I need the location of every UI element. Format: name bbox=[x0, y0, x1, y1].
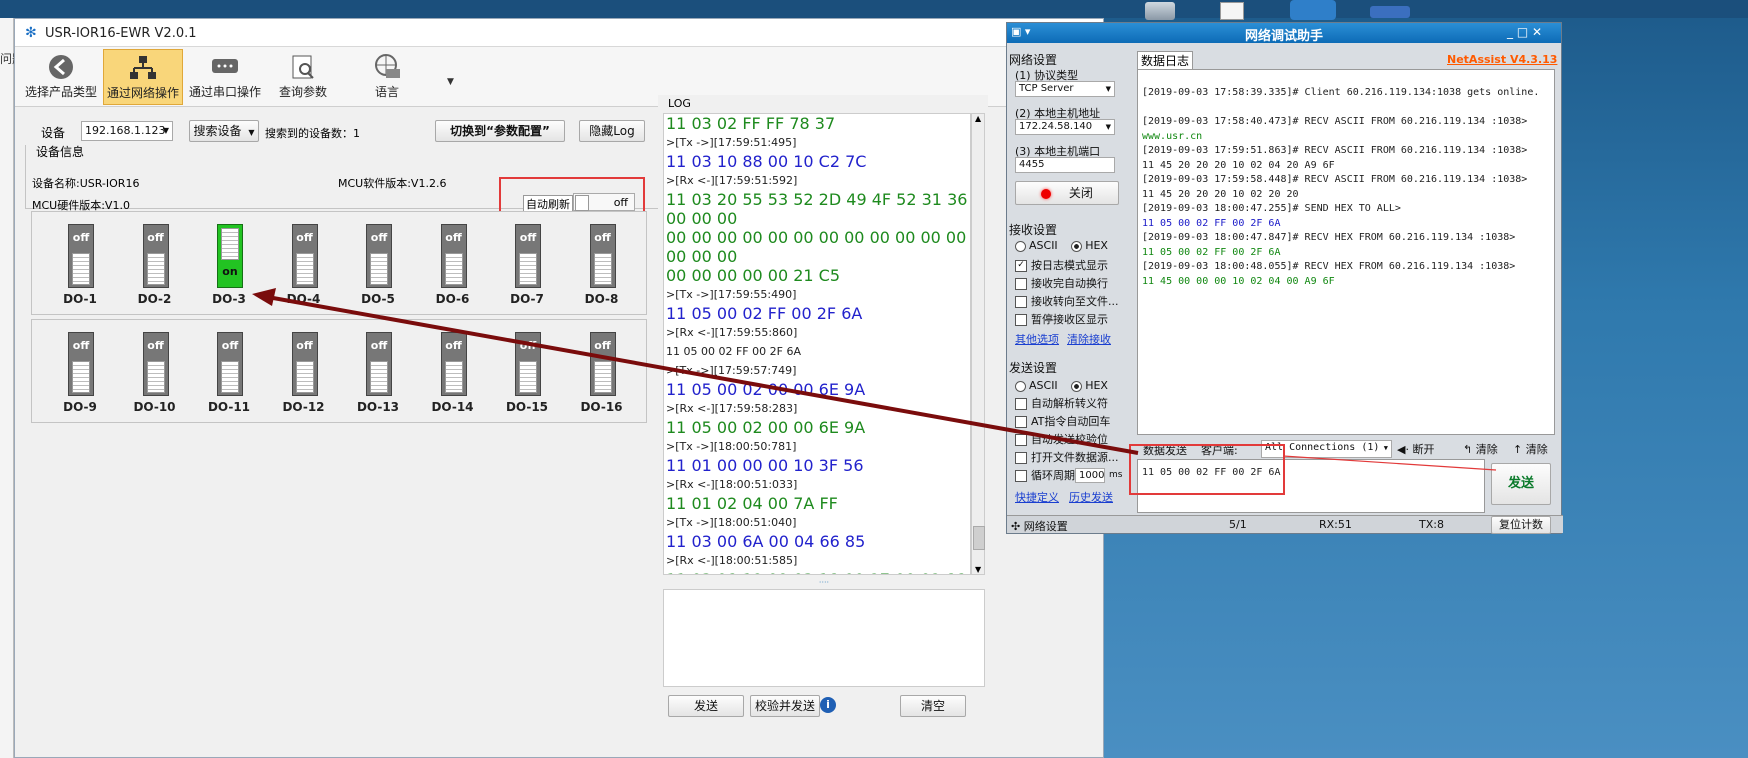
annotation-arrow bbox=[252, 288, 1497, 471]
